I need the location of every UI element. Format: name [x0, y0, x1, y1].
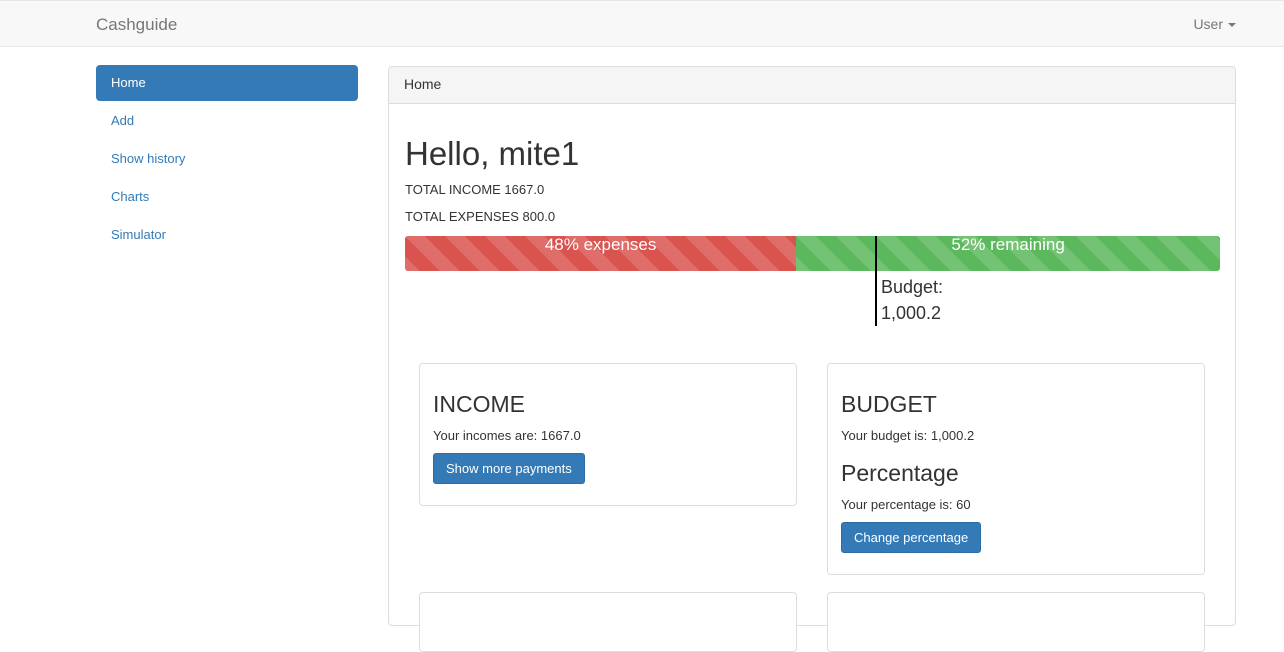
percentage-text: Your percentage is: 60	[841, 497, 971, 512]
greeting-title: Hello, mite1	[405, 135, 580, 172]
lower-right-card	[827, 592, 1205, 652]
percentage-title: Percentage	[841, 460, 959, 486]
budget-marker	[875, 236, 877, 326]
top-navbar: Cashguide User	[0, 0, 1284, 47]
sidebar-item-show-history[interactable]: Show history	[96, 141, 358, 177]
lower-left-card	[419, 592, 797, 652]
sidebar-item-simulator[interactable]: Simulator	[96, 217, 358, 253]
remaining-bar: 52% remaining	[796, 236, 1220, 271]
expenses-bar: 48% expenses	[405, 236, 797, 271]
income-card-text: Your incomes are: 1667.0	[433, 428, 581, 443]
panel-heading: Home	[389, 67, 1235, 104]
change-percentage-button[interactable]: Change percentage	[841, 522, 982, 553]
user-menu[interactable]: User	[1193, 16, 1236, 32]
caret-down-icon	[1228, 23, 1236, 28]
budget-marker-title: Budget:	[881, 277, 944, 297]
show-more-payments-button[interactable]: Show more payments	[433, 453, 585, 484]
main-panel: Home Hello, mite1 TOTAL INCOME 1667.0 TO…	[388, 66, 1236, 652]
sidebar: Home Add Show history Charts Simulator	[96, 65, 358, 255]
budget-progress-bar: 48% expenses 52% remaining	[405, 236, 1220, 271]
sidebar-item-charts[interactable]: Charts	[96, 179, 358, 215]
budget-card: BUDGET Your budget is: 1,000.2 Percentag…	[827, 363, 1205, 575]
budget-marker-label: Budget: 1,000.2	[881, 274, 943, 326]
user-menu-label: User	[1193, 16, 1223, 32]
budget-card-text: Your budget is: 1,000.2	[841, 428, 975, 443]
income-card: INCOME Your incomes are: 1667.0 Show mor…	[419, 363, 797, 506]
income-card-title: INCOME	[433, 391, 525, 417]
budget-marker-value: 1,000.2	[881, 303, 942, 323]
sidebar-item-add[interactable]: Add	[96, 103, 358, 139]
total-expenses: TOTAL EXPENSES 800.0	[405, 209, 556, 224]
total-income: TOTAL INCOME 1667.0	[405, 182, 545, 197]
budget-card-title: BUDGET	[841, 391, 937, 417]
sidebar-item-home[interactable]: Home	[96, 65, 358, 101]
brand-link[interactable]: Cashguide	[96, 15, 177, 35]
